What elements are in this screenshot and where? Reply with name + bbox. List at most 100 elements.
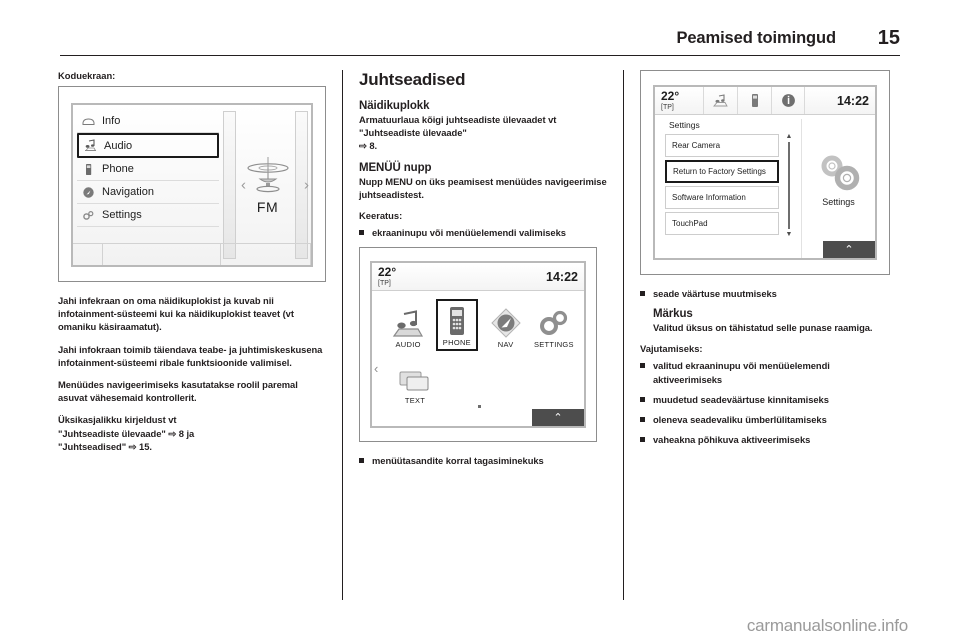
tile-phone[interactable]: PHONE bbox=[436, 299, 478, 352]
list-item: menüütasandite korral tagasiminekuks bbox=[359, 454, 607, 467]
settings-screen-figure: 22° [TP] 14:22 Settings Rear Camera Retu… bbox=[640, 70, 890, 275]
home-tiles-screen-figure: 22° [TP] 14:22 ‹ AUDIO PHONE NAV SETTING… bbox=[359, 247, 597, 443]
note-title: Märkus bbox=[653, 308, 693, 321]
scroll-thumb[interactable] bbox=[788, 142, 790, 229]
reference-1-symbol: ⇨ bbox=[168, 427, 177, 439]
info-icon bbox=[781, 93, 796, 108]
subheading-menu-button: MENÜÜ nupp bbox=[359, 161, 432, 174]
menu-item-navigation[interactable]: Navigation bbox=[77, 181, 219, 204]
scroll-down-arrow-icon[interactable]: ▼ bbox=[786, 231, 793, 238]
clock: 14:22 bbox=[837, 93, 869, 108]
settings-item-rear-camera[interactable]: Rear Camera bbox=[665, 134, 779, 157]
menu-item-label: Settings bbox=[102, 209, 142, 221]
settings-item-touchpad[interactable]: TouchPad bbox=[665, 212, 779, 235]
page-number: 15 bbox=[877, 26, 900, 49]
scroll-up-arrow-icon[interactable]: ▲ bbox=[786, 133, 793, 140]
settings-screen: 22° [TP] 14:22 Settings Rear Camera Retu… bbox=[653, 85, 877, 260]
press-label: Vajutamiseks: bbox=[640, 343, 703, 355]
status-bar: 22° [TP] 14:22 bbox=[655, 87, 875, 115]
audio-note-icon bbox=[713, 94, 728, 107]
reference-2-symbol: ⇨ bbox=[128, 440, 137, 452]
home-menu-list: Info Audio Phone Navigation Settings bbox=[73, 105, 223, 265]
header-divider bbox=[60, 55, 900, 56]
content-columns: Koduekraan: Info Audio Phone Navigation … bbox=[58, 70, 906, 600]
menu-item-label: Navigation bbox=[102, 186, 154, 198]
menu-item-label: Info bbox=[102, 115, 121, 127]
footer-watermark: carmanualsonline.info bbox=[746, 616, 908, 635]
page-header: Peamised toimingud 15 bbox=[60, 20, 900, 56]
dock-expand-button[interactable]: ⌃ bbox=[823, 241, 875, 258]
reference-2-page: 15. bbox=[139, 440, 152, 452]
note-block: Märkus Valitud üksus on tähistatud selle… bbox=[653, 308, 890, 334]
list-item: seade väärtuse muutmiseks bbox=[640, 287, 890, 300]
left-paragraph-1: Jahi infekraan on oma näidikuplokist ja … bbox=[58, 295, 294, 333]
middle-bottom-bullet-list: menüütasandite korral tagasiminekuks bbox=[359, 454, 607, 467]
menu-item-phone[interactable]: Phone bbox=[77, 158, 219, 181]
temperature-block: 22° [TP] bbox=[378, 266, 396, 287]
radio-band-label: FM bbox=[256, 199, 279, 215]
list-scrollbar[interactable] bbox=[223, 111, 236, 259]
settings-side-panel: Settings bbox=[801, 119, 875, 258]
reference-2-title: "Juhtseadised" bbox=[58, 440, 127, 452]
bottom-bar-cell-3[interactable] bbox=[221, 244, 311, 265]
left-reference-block: Üksikasjalikku kirjeldust vt "Juhtseadis… bbox=[58, 413, 326, 453]
menu-item-info[interactable]: Info bbox=[77, 110, 219, 133]
reference-1-title: "Juhtseadiste ülevaade" bbox=[58, 427, 166, 439]
subheading-naidikuplokk: Näidikuplokk bbox=[359, 100, 430, 112]
list-item: ekraaninupu või menüüelemendi valimiseks bbox=[359, 226, 607, 239]
navigation-compass-icon bbox=[82, 186, 95, 199]
naidikuplokk-ref-symbol: ⇨ bbox=[359, 140, 367, 152]
left-paragraph-2: Jahi infokraan toimib täiendava teabe- j… bbox=[58, 343, 323, 368]
manual-page: Peamised toimingud 15 Koduekraan: Info A… bbox=[0, 0, 960, 642]
column-divider-1 bbox=[342, 70, 343, 600]
bottom-bar-cell-2[interactable] bbox=[103, 244, 221, 265]
prev-page-arrow-icon[interactable]: ‹ bbox=[374, 361, 378, 376]
phone-icon bbox=[82, 163, 95, 176]
audio-note-icon bbox=[392, 310, 424, 338]
settings-item-software-information[interactable]: Software Information bbox=[665, 186, 779, 209]
home-tiles-screen: 22° [TP] 14:22 ‹ AUDIO PHONE NAV SETTING… bbox=[370, 261, 586, 429]
naidikuplokk-body: Armatuurlaua kõigi juhtseadiste ülevaade… bbox=[359, 113, 607, 153]
dock-expand-button[interactable]: ⌃ bbox=[532, 409, 584, 427]
page-indicator-dot bbox=[478, 405, 481, 409]
list-item: vaheakna põhikuva aktiveerimiseks bbox=[640, 433, 890, 446]
settings-item-return-to-factory-settings[interactable]: Return to Factory Settings bbox=[665, 160, 779, 183]
prev-page-arrow-icon[interactable]: ‹ bbox=[241, 177, 246, 194]
status-info-button[interactable] bbox=[771, 87, 806, 114]
radio-antenna-icon bbox=[241, 155, 295, 197]
list-item: muudetud seadeväärtuse kinnitamiseks bbox=[640, 393, 890, 406]
navigation-compass-icon bbox=[490, 308, 522, 338]
naidikuplokk-ref-page: 8. bbox=[369, 140, 378, 152]
left-column: Koduekraan: Info Audio Phone Navigation … bbox=[58, 70, 342, 600]
tile-row-2: TEXT bbox=[388, 355, 574, 407]
tile-settings[interactable]: SETTINGS bbox=[534, 299, 574, 351]
next-page-arrow-icon[interactable]: › bbox=[304, 177, 309, 194]
settings-body: Settings Rear Camera Return to Factory S… bbox=[655, 115, 875, 258]
tile-label: AUDIO bbox=[395, 340, 421, 350]
home-list-screen: Info Audio Phone Navigation Settings ‹ F… bbox=[71, 103, 313, 267]
tile-label: TEXT bbox=[404, 396, 426, 406]
status-audio-button[interactable] bbox=[703, 87, 737, 114]
info-icon bbox=[82, 115, 95, 128]
home-list-screen-figure: Info Audio Phone Navigation Settings ‹ F… bbox=[58, 86, 326, 282]
right-bullet-list-top: seade väärtuse muutmiseks bbox=[640, 287, 890, 300]
tile-audio[interactable]: AUDIO bbox=[388, 299, 428, 351]
menu-item-audio[interactable]: Audio bbox=[77, 133, 219, 158]
settings-side-label: Settings bbox=[822, 197, 855, 207]
tile-row-1: AUDIO PHONE NAV SETTINGS bbox=[388, 299, 574, 352]
phone-icon bbox=[446, 306, 468, 336]
tile-text[interactable]: TEXT bbox=[388, 355, 442, 407]
menu-item-settings[interactable]: Settings bbox=[77, 204, 219, 227]
reference-intro: Üksikasjalikku kirjeldust vt bbox=[58, 414, 177, 426]
status-bar-icons bbox=[703, 87, 806, 114]
status-phone-button[interactable] bbox=[737, 87, 771, 114]
tile-nav[interactable]: NAV bbox=[486, 299, 526, 351]
audio-note-icon bbox=[84, 139, 97, 152]
settings-gear-icon bbox=[815, 152, 863, 194]
settings-item-label: TouchPad bbox=[672, 219, 708, 228]
status-bar: 22° [TP] 14:22 bbox=[372, 263, 584, 292]
bottom-bar-cell-1[interactable] bbox=[73, 244, 103, 265]
temperature-value: 22° bbox=[661, 89, 680, 103]
settings-scrollbar[interactable]: ▲ ▼ bbox=[783, 133, 795, 238]
settings-list-title: Settings bbox=[669, 120, 700, 130]
